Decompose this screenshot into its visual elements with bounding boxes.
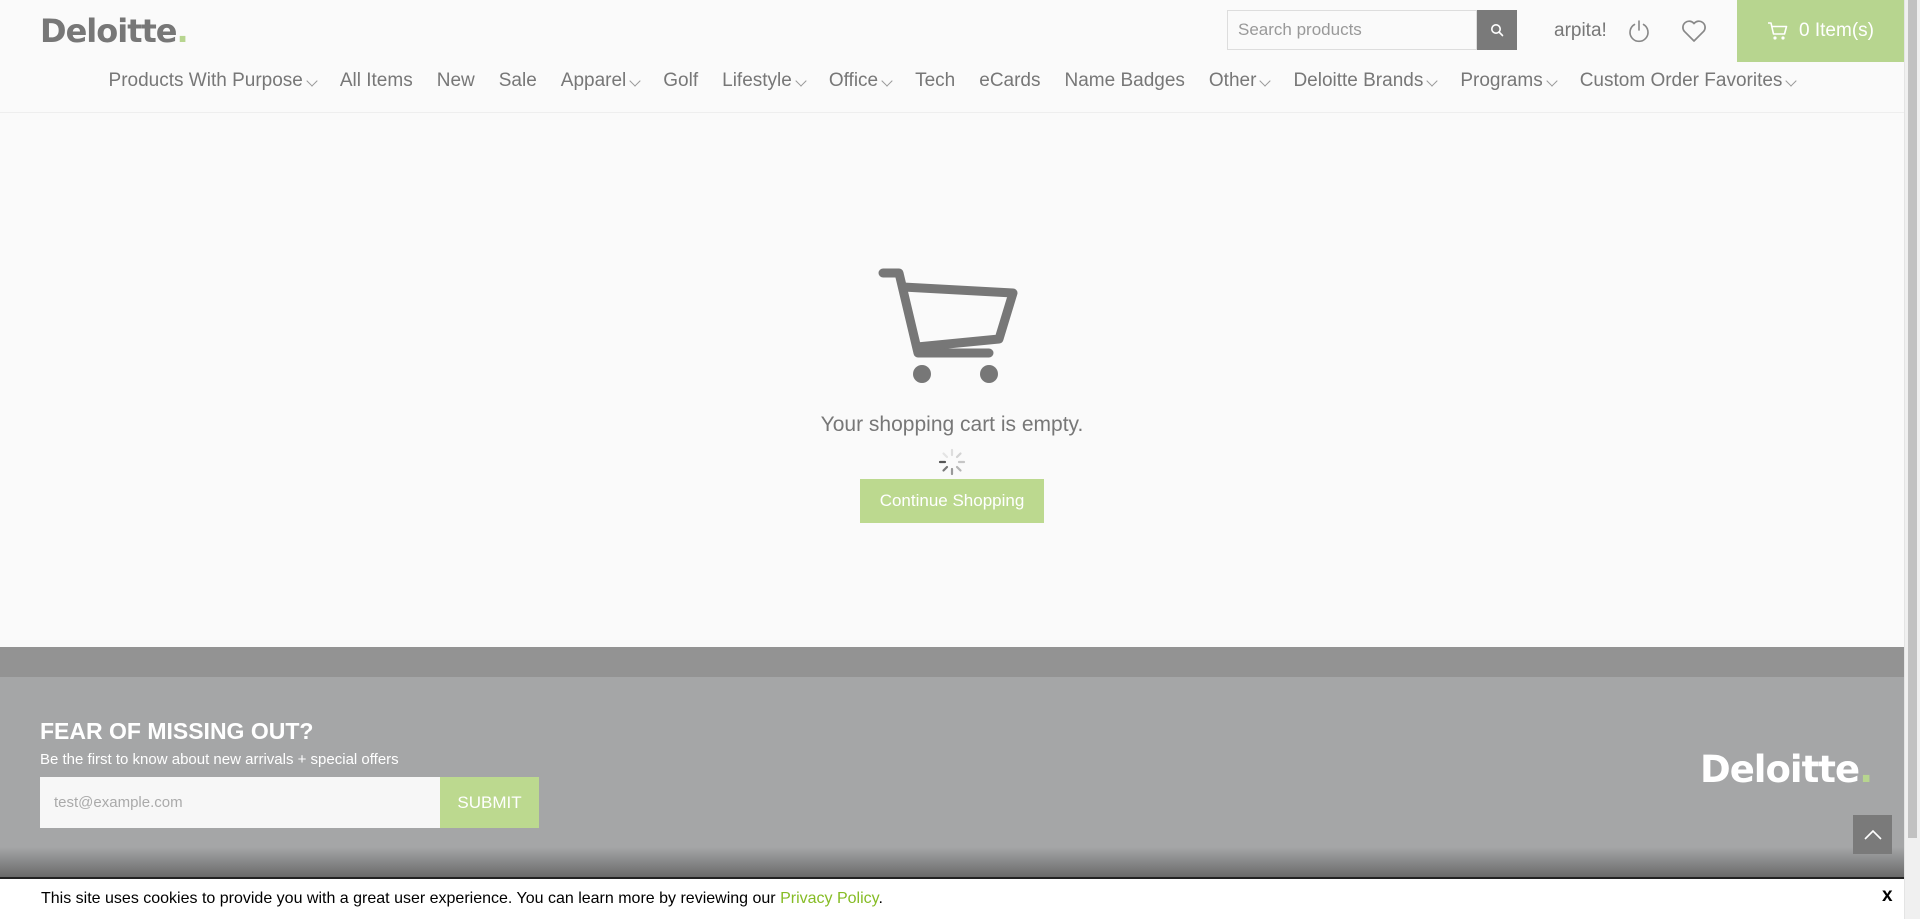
nav-item-new[interactable]: New [437,70,475,100]
user-greeting[interactable]: arpita! [1554,20,1607,42]
continue-shopping-button[interactable]: Continue Shopping [859,479,1045,523]
nav-item-programs[interactable]: Programs [1460,70,1558,100]
nav-item-label: Deloitte Brands [1293,70,1424,91]
nav-item-tech[interactable]: Tech [915,70,955,100]
loading-spinner-icon [938,448,966,476]
search-button[interactable] [1477,10,1517,50]
cookie-banner: This site uses cookies to provide you wi… [0,877,1904,919]
site-header: Deloitte. arpita! 0 Item(s) Products Wit… [0,0,1904,113]
main-navigation: Products With Purpose All Items New Sale App… [0,70,1904,100]
chevron-down-icon [629,75,641,87]
cart-button[interactable]: 0 Item(s) [1737,0,1904,62]
cart-count-label: 0 Item(s) [1799,20,1874,41]
nav-item-label: Tech [915,70,956,91]
nav-item-deloitte-brands[interactable]: Deloitte Brands [1293,70,1439,100]
newsletter-subtitle: Be the first to know about new arrivals … [40,751,399,768]
nav-item-lifestyle[interactable]: Lifestyle [722,70,807,100]
nav-item-label: Other [1208,70,1257,91]
nav-item-custom-order-favorites[interactable]: Custom Order Favorites [1579,70,1798,100]
nav-item-label: Office [828,70,879,91]
cart-icon [1768,22,1788,40]
nav-item-label: Custom Order Favorites [1579,70,1783,91]
nav-item-apparel[interactable]: Apparel [560,70,641,100]
wishlist-heart-icon[interactable] [1681,19,1707,43]
nav-item-ecards[interactable]: eCards [979,70,1040,100]
cookie-message: This site uses cookies to provide you wi… [41,890,883,907]
nav-item-label: Apparel [560,70,627,91]
back-to-top-button[interactable] [1853,815,1892,854]
scrollbar-thumb[interactable] [1908,0,1917,838]
newsletter-submit-button[interactable]: SUBMIT [440,777,539,828]
nav-item-other[interactable]: Other [1208,70,1272,100]
nav-item-label: Products With Purpose [108,70,303,91]
logout-power-icon[interactable] [1627,19,1651,43]
privacy-policy-link[interactable]: Privacy Policy [780,890,878,907]
nav-item-products-with-purpose[interactable]: Products With Purpose [108,70,318,100]
empty-cart-message: Your shopping cart is empty. [820,413,1084,436]
newsletter-title: FEAR OF MISSING OUT? [40,718,314,744]
footer-deloitte-logo: Deloitte. [1700,748,1873,791]
chevron-up-icon [1863,829,1882,840]
chevron-down-icon [1785,75,1798,87]
nav-item-office[interactable]: Office [828,70,893,100]
chevron-down-icon [1259,75,1272,87]
nav-item-label: New [436,70,475,91]
nav-item-all-items[interactable]: All Items [340,70,413,100]
chevron-down-icon [1426,75,1439,87]
nav-item-label: All Items [339,70,413,91]
deloitte-logo[interactable]: Deloitte. [40,12,189,50]
page-scrollbar[interactable] [1904,0,1920,919]
nav-item-name-badges[interactable]: Name Badges [1065,70,1185,100]
empty-cart-icon [878,268,1018,383]
footer-shadow [0,847,1904,877]
nav-item-label: Sale [498,70,537,91]
footer-top-band [0,647,1904,677]
search-bar [1227,10,1517,52]
cookie-close-button[interactable]: x [1882,885,1893,907]
search-input[interactable] [1227,10,1477,50]
nav-item-label: Golf [663,70,699,91]
chevron-down-icon [1546,75,1558,87]
chevron-down-icon [306,75,318,87]
nav-item-label: Name Badges [1064,70,1185,91]
chevron-down-icon [881,75,893,87]
nav-item-golf[interactable]: Golf [663,70,698,100]
nav-item-label: Lifestyle [722,70,792,91]
nav-item-sale[interactable]: Sale [499,70,537,100]
search-icon [1491,24,1504,37]
nav-item-label: eCards [979,70,1041,91]
nav-item-label: Programs [1460,70,1543,91]
empty-cart-panel: Your shopping cart is empty. Continue Sh… [0,265,1904,523]
newsletter-email-input[interactable] [40,777,440,828]
chevron-down-icon [795,75,807,87]
